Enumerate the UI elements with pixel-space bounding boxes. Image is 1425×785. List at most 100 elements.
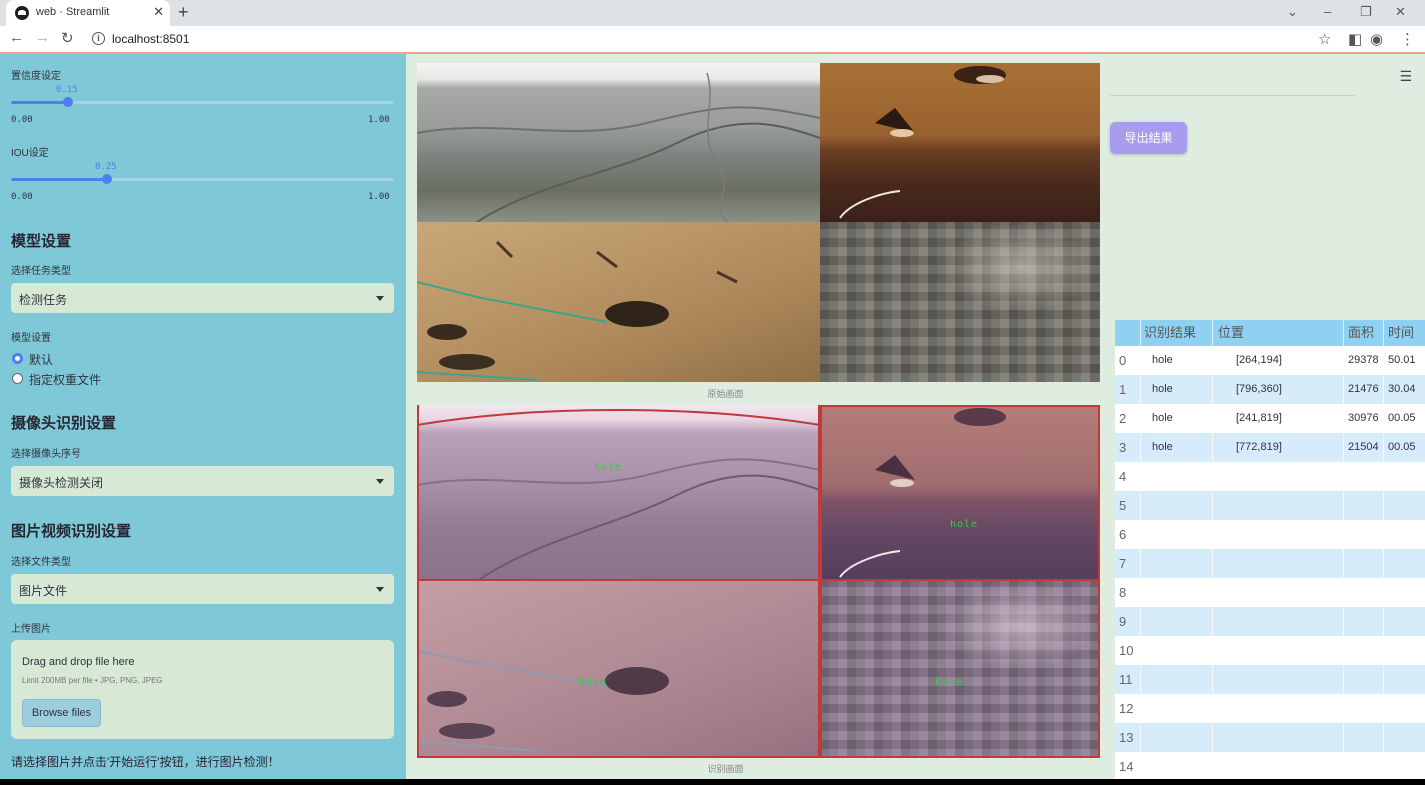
- confidence-label: 置信度设定: [11, 71, 61, 82]
- window-close-icon[interactable]: ✕: [1395, 4, 1406, 20]
- forward-icon[interactable]: →: [35, 29, 50, 46]
- table-row[interactable]: 13: [1115, 723, 1425, 752]
- reload-icon[interactable]: ↻: [61, 29, 74, 47]
- row-index: 6: [1119, 527, 1127, 542]
- table-row[interactable]: 3 hole [772,819] 21504 00.05: [1115, 433, 1425, 462]
- photo-tile-brown-burrow: [820, 63, 1100, 222]
- detection-box: [820, 579, 1100, 758]
- iou-slider[interactable]: [11, 174, 394, 184]
- tab-title: web · Streamlit: [36, 6, 110, 18]
- back-icon[interactable]: ←: [9, 29, 24, 46]
- cell-time: 00.05: [1388, 412, 1416, 424]
- cell-time: 30.04: [1388, 383, 1416, 395]
- cell-result: hole: [1152, 383, 1173, 395]
- browser-tab[interactable]: web · Streamlit ✕: [6, 0, 170, 26]
- table-row[interactable]: 9: [1115, 607, 1425, 636]
- cell-position: [772,819]: [1236, 441, 1282, 453]
- url-text: localhost:8501: [112, 32, 190, 46]
- upload-label: 上传图片: [11, 624, 51, 635]
- table-row[interactable]: 1 hole [796,360] 21476 30.04: [1115, 375, 1425, 404]
- table-row[interactable]: 4: [1115, 462, 1425, 491]
- table-row[interactable]: 6: [1115, 520, 1425, 549]
- radio-default[interactable]: [12, 353, 23, 364]
- browser-window: web · Streamlit ✕ + ⌄ – ❐ ✕ ← → ↻ i loca…: [0, 0, 1425, 779]
- task-type-select[interactable]: 检测任务: [11, 283, 394, 313]
- new-tab-icon[interactable]: +: [178, 2, 189, 23]
- table-row[interactable]: 7: [1115, 549, 1425, 578]
- table-row[interactable]: 0 hole [264,194] 29378 50.01: [1115, 346, 1425, 375]
- row-index: 8: [1119, 585, 1127, 600]
- table-row[interactable]: 14: [1115, 752, 1425, 779]
- streamlit-favicon-icon: [15, 6, 29, 20]
- cell-position: [796,360]: [1236, 383, 1282, 395]
- iou-slider-thumb[interactable]: [101, 174, 112, 184]
- row-index: 1: [1119, 382, 1127, 397]
- minimize-icon[interactable]: –: [1324, 4, 1331, 19]
- row-index: 9: [1119, 614, 1127, 629]
- cell-time: 50.01: [1388, 354, 1416, 366]
- browse-files-button[interactable]: Browse files: [22, 699, 101, 727]
- confidence-min: 0.00: [11, 115, 33, 125]
- original-image: [417, 63, 1100, 382]
- export-results-button[interactable]: 导出结果: [1110, 122, 1187, 154]
- column-header-area[interactable]: 面积: [1348, 320, 1384, 346]
- close-tab-icon[interactable]: ✕: [153, 4, 164, 20]
- confidence-slider-fill: [11, 101, 69, 104]
- tab-search-icon[interactable]: ⌄: [1287, 4, 1298, 20]
- row-index: 5: [1119, 498, 1127, 513]
- detection-box: [417, 579, 822, 758]
- column-header-time[interactable]: 时间: [1388, 320, 1425, 346]
- cell-area: 21476: [1348, 383, 1379, 395]
- column-header-position[interactable]: 位置: [1218, 320, 1338, 346]
- row-index: 11: [1119, 672, 1133, 687]
- side-panel-icon[interactable]: ◧: [1348, 30, 1362, 48]
- table-row[interactable]: 5: [1115, 491, 1425, 520]
- profile-icon[interactable]: ◉: [1370, 30, 1383, 48]
- address-bar[interactable]: i localhost:8501: [84, 28, 1344, 50]
- row-index: 3: [1119, 440, 1127, 455]
- original-image-caption: 原始画面: [707, 389, 744, 399]
- table-row[interactable]: 10: [1115, 636, 1425, 665]
- camera-value: 摄像头检测关闭: [19, 476, 104, 490]
- chevron-down-icon: [376, 296, 384, 301]
- table-row[interactable]: 2 hole [241,819] 30976 00.05: [1115, 404, 1425, 433]
- detection-box: [820, 405, 1100, 581]
- cell-time: 00.05: [1388, 441, 1416, 453]
- restore-icon[interactable]: ❐: [1360, 4, 1372, 20]
- confidence-slider-thumb[interactable]: [63, 97, 74, 107]
- file-dropzone[interactable]: Drag and drop file here Limit 200MB per …: [11, 640, 394, 739]
- file-type-select[interactable]: 图片文件: [11, 574, 394, 604]
- cell-area: 30976: [1348, 412, 1379, 424]
- chevron-down-icon: [376, 479, 384, 484]
- row-index: 10: [1119, 643, 1134, 658]
- iou-max: 1.00: [368, 192, 390, 202]
- radio-custom-weights[interactable]: [12, 373, 23, 384]
- camera-select[interactable]: 摄像头检测关闭: [11, 466, 394, 496]
- site-info-icon[interactable]: i: [92, 32, 105, 45]
- row-index: 2: [1119, 411, 1127, 426]
- camera-section-heading: 摄像头识别设置: [11, 415, 117, 432]
- row-index: 12: [1119, 701, 1134, 716]
- results-table[interactable]: 识别结果 位置 面积 时间 0 hole [264,194] 29378 50.01 1 h…: [1115, 320, 1425, 779]
- column-separator: [1212, 320, 1213, 779]
- main-content: 原始画面 hole hole hole hole 识别画面 ☰ 导出结果 识别结…: [406, 54, 1425, 779]
- hamburger-menu-icon[interactable]: ☰: [1399, 68, 1412, 85]
- table-header-row: 识别结果 位置 面积 时间: [1115, 320, 1425, 346]
- result-image-caption: 识别画面: [707, 764, 744, 774]
- bookmark-star-icon[interactable]: ☆: [1318, 30, 1331, 48]
- menu-dots-icon[interactable]: ⋮: [1400, 30, 1415, 48]
- column-header-result[interactable]: 识别结果: [1144, 320, 1214, 346]
- table-row[interactable]: 12: [1115, 694, 1425, 723]
- task-type-value: 检测任务: [19, 293, 68, 307]
- file-type-label: 选择文件类型: [11, 557, 71, 568]
- cell-result: hole: [1152, 412, 1173, 424]
- cell-result: hole: [1152, 441, 1173, 453]
- cell-area: 29378: [1348, 354, 1379, 366]
- chevron-down-icon: [376, 587, 384, 592]
- confidence-slider[interactable]: [11, 97, 394, 107]
- row-index: 4: [1119, 469, 1127, 484]
- table-row[interactable]: 8: [1115, 578, 1425, 607]
- column-separator: [1343, 320, 1344, 779]
- row-index: 7: [1119, 556, 1127, 571]
- table-row[interactable]: 11: [1115, 665, 1425, 694]
